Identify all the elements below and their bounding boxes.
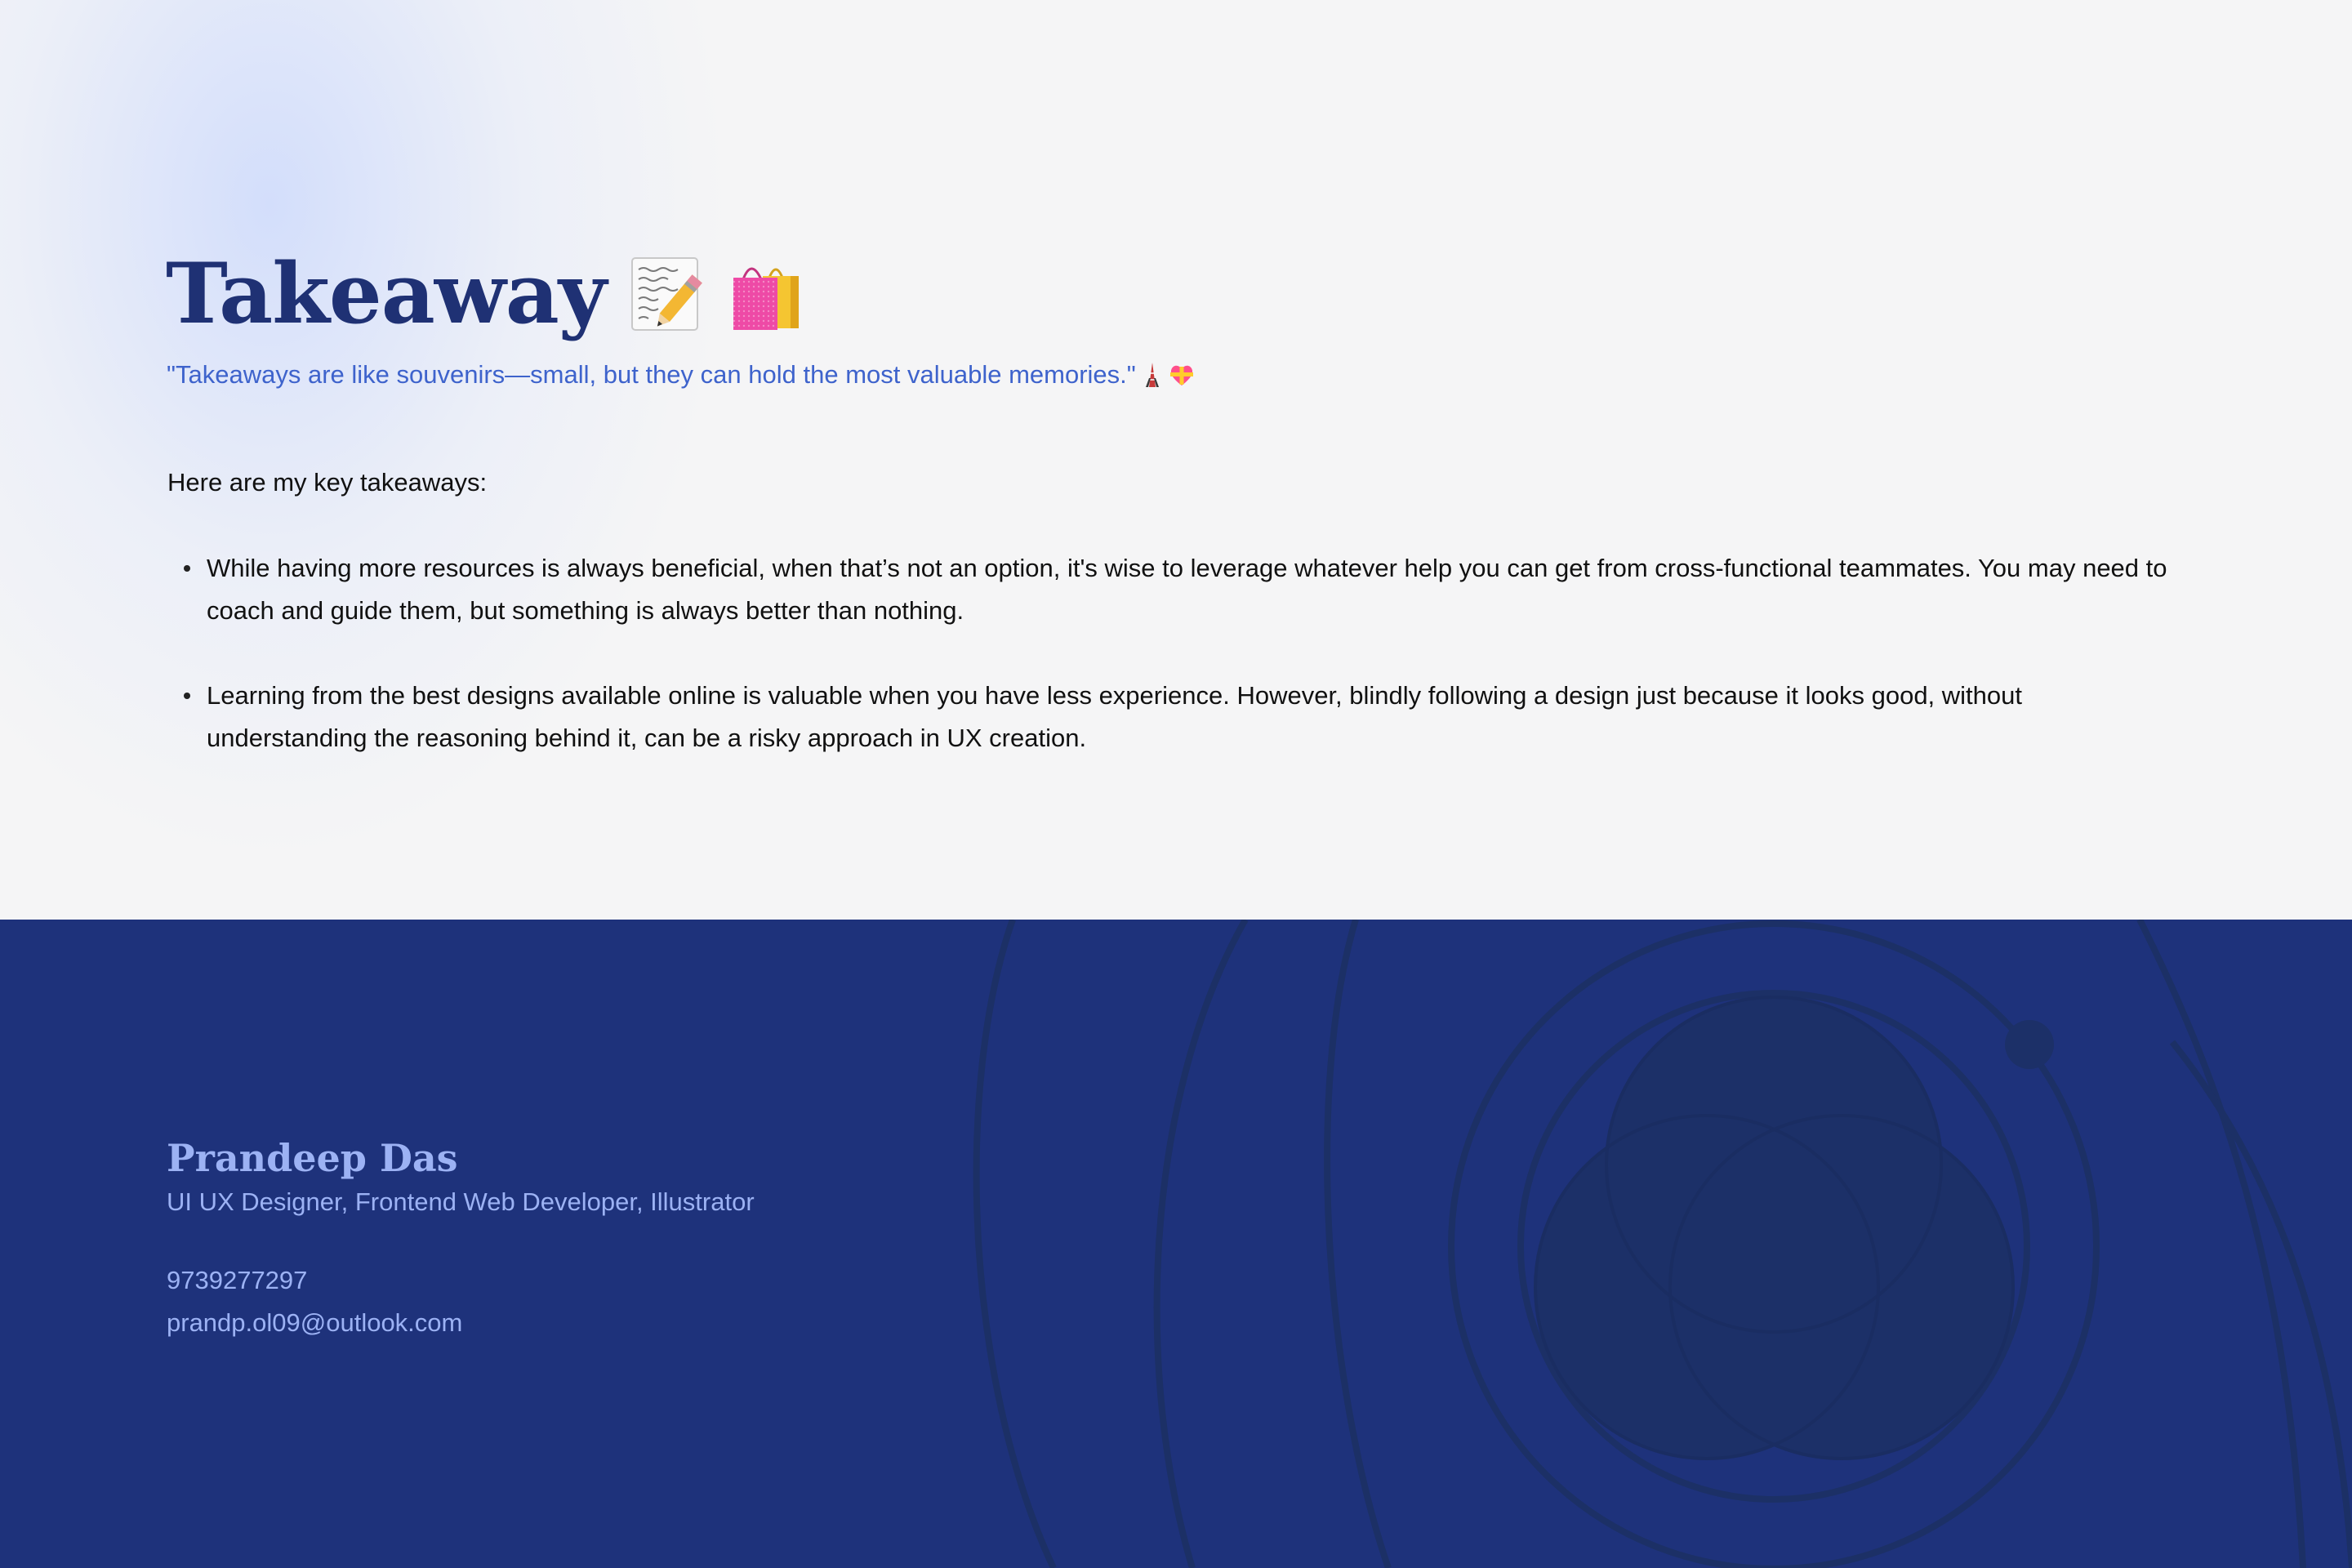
bullet-dot	[184, 565, 190, 572]
takeaway-section: Takeaway "Takeaways are like souvenirs—s…	[0, 0, 2352, 920]
footer: Prandeep Das UI UX Designer, Frontend We…	[0, 920, 2352, 1568]
quote-row: "Takeaways are like souvenirs—small, but…	[167, 356, 1193, 394]
heart-with-ribbon-icon	[1169, 362, 1193, 388]
list-item: While having more resources is always be…	[167, 547, 2168, 632]
tokyo-tower-icon	[1141, 362, 1164, 388]
intro-text: Here are my key takeaways:	[167, 468, 488, 497]
list-item-text: While having more resources is always be…	[207, 554, 2167, 625]
footer-role: UI UX Designer, Frontend Web Developer, …	[167, 1187, 755, 1216]
footer-name: Prandeep Das	[167, 1136, 458, 1180]
footer-decoration	[973, 920, 2352, 1568]
page-title: Takeaway	[166, 245, 607, 343]
section-quote: "Takeaways are like souvenirs—small, but…	[167, 360, 1136, 389]
memo-icon	[627, 255, 706, 333]
shopping-bags-icon	[727, 255, 805, 333]
footer-email[interactable]: prandp.ol09@outlook.com	[167, 1305, 462, 1341]
title-row: Takeaway	[166, 241, 805, 347]
footer-phone[interactable]: 9739277297	[167, 1263, 307, 1298]
list-item-text: Learning from the best designs available…	[207, 681, 2023, 752]
list-item: Learning from the best designs available…	[167, 675, 2168, 760]
bullet-dot	[184, 693, 190, 699]
takeaway-list: While having more resources is always be…	[167, 547, 2168, 802]
